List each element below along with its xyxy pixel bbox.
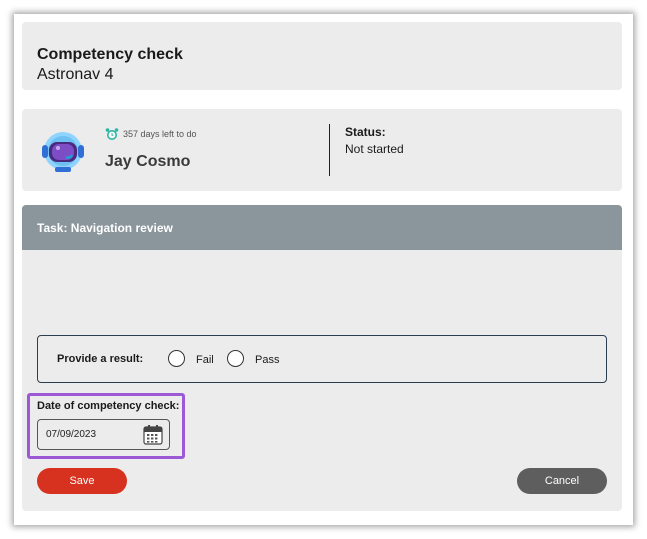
task-panel: Task: Navigation review Provide a result… xyxy=(22,205,622,511)
user-panel: 357 days left to do Jay Cosmo Status: No… xyxy=(22,109,622,191)
due-indicator: 357 days left to do xyxy=(105,127,197,141)
result-group: Provide a result: Fail Pass xyxy=(37,335,607,383)
calendar-icon[interactable] xyxy=(143,424,163,445)
task-title: Task: Navigation review xyxy=(37,221,173,235)
alarm-clock-icon xyxy=(105,128,119,140)
astronaut-helmet-icon xyxy=(42,132,84,172)
page-subtitle: Astronav 4 xyxy=(37,66,114,83)
pass-radio-label[interactable]: Pass xyxy=(255,354,279,366)
status-label: Status: xyxy=(345,125,386,139)
header-panel: Competency check Astronav 4 xyxy=(22,22,622,90)
days-left-text: 357 days left to do xyxy=(123,129,197,139)
pass-radio[interactable] xyxy=(227,350,244,367)
task-header: Task: Navigation review xyxy=(22,205,622,250)
status-value: Not started xyxy=(345,142,404,156)
date-label: Date of competency check: xyxy=(37,400,180,412)
save-button[interactable]: Save xyxy=(37,468,127,494)
divider xyxy=(329,124,330,176)
fail-radio-label[interactable]: Fail xyxy=(196,354,214,366)
fail-radio[interactable] xyxy=(168,350,185,367)
competency-check-window: Competency check Astronav 4 357 days lef… xyxy=(14,14,633,525)
user-name: Jay Cosmo xyxy=(105,153,191,170)
result-label: Provide a result: xyxy=(57,353,144,365)
page-title: Competency check xyxy=(37,46,183,63)
cancel-button[interactable]: Cancel xyxy=(517,468,607,494)
